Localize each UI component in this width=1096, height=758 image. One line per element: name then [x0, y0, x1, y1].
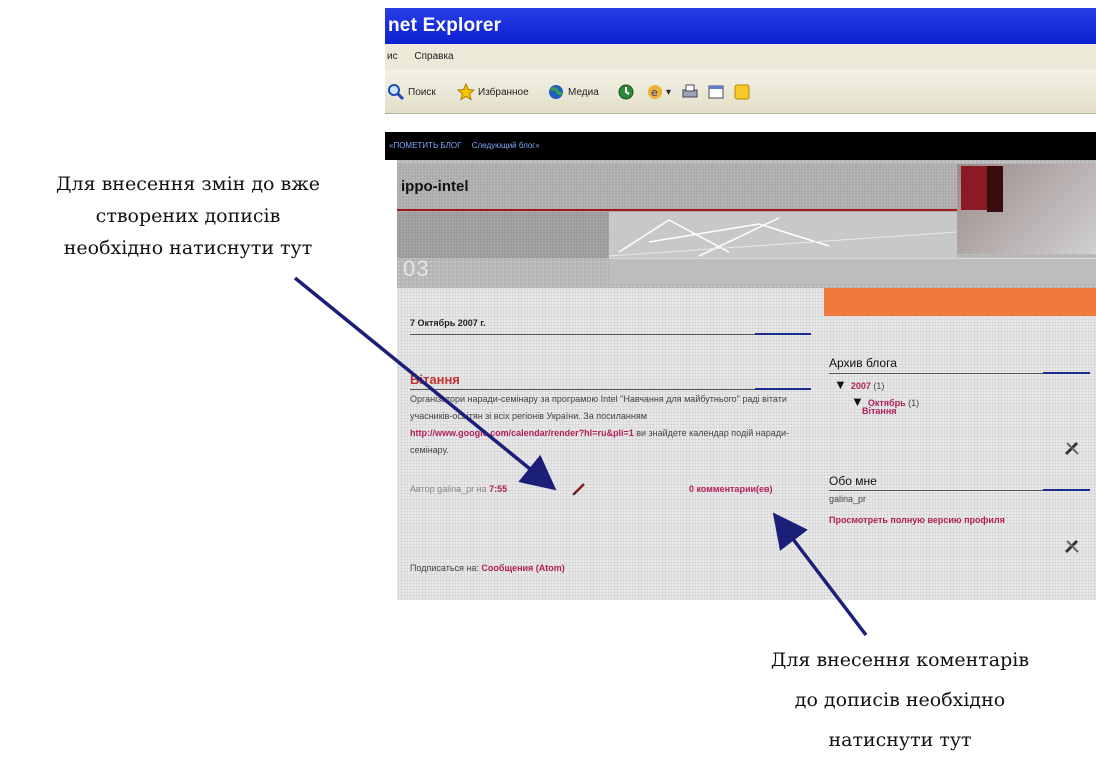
edit-arrow [293, 276, 557, 491]
annotation-arrows [293, 276, 868, 637]
comment-arrow [772, 512, 868, 637]
